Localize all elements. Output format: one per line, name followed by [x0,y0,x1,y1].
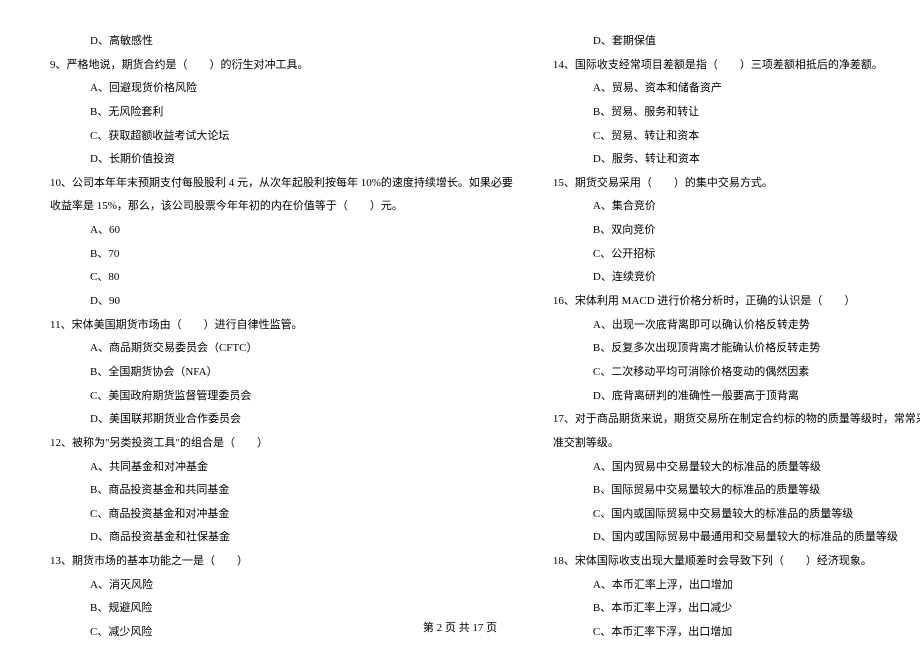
answer-option: D、长期价值投资 [50,148,513,172]
answer-option: B、70 [50,243,513,267]
answer-option: C、商品投资基金和对冲基金 [50,503,513,527]
answer-option: D、高敏感性 [50,30,513,54]
left-column: D、高敏感性9、严格地说，期货合约是（ ）的衍生对冲工具。A、回避现货价格风险B… [50,30,513,600]
answer-option: C、贸易、转让和资本 [553,125,920,149]
document-content: D、高敏感性9、严格地说，期货合约是（ ）的衍生对冲工具。A、回避现货价格风险B… [50,30,870,600]
answer-option: B、商品投资基金和共同基金 [50,479,513,503]
question-text: 11、宋体美国期货市场由（ ）进行自律性监管。 [50,314,513,338]
answer-option: B、规避风险 [50,597,513,621]
question-text: 13、期货市场的基本功能之一是（ ） [50,550,513,574]
answer-option: C、80 [50,266,513,290]
answer-option: C、获取超额收益考试大论坛 [50,125,513,149]
question-text: 9、严格地说，期货合约是（ ）的衍生对冲工具。 [50,54,513,78]
answer-option: D、底背离研判的准确性一般要高于顶背离 [553,385,920,409]
answer-option: A、出现一次底背离即可以确认价格反转走势 [553,314,920,338]
answer-option: C、公开招标 [553,243,920,267]
answer-option: A、国内贸易中交易量较大的标准品的质量等级 [553,456,920,480]
answer-option: C、二次移动平均可消除价格变动的偶然因素 [553,361,920,385]
answer-option: C、美国政府期货监督管理委员会 [50,385,513,409]
question-text: 收益率是 15%，那么，该公司股票今年年初的内在价值等于（ ）元。 [50,195,513,219]
question-text: 17、对于商品期货来说，期货交易所在制定合约标的物的质量等级时，常常采用（ ）为… [553,408,920,432]
answer-option: B、双向竞价 [553,219,920,243]
answer-option: B、无风险套利 [50,101,513,125]
question-text: 准交割等级。 [553,432,920,456]
page-footer: 第 2 页 共 17 页 [0,619,920,635]
right-column: D、套期保值14、国际收支经常项目差额是指（ ）三项差额相抵后的净差额。A、贸易… [553,30,920,600]
answer-option: B、反复多次出现顶背离才能确认价格反转走势 [553,337,920,361]
answer-option: B、贸易、服务和转让 [553,101,920,125]
answer-option: D、国内或国际贸易中最通用和交易量较大的标准品的质量等级 [553,526,920,550]
answer-option: D、美国联邦期货业合作委员会 [50,408,513,432]
question-text: 18、宋体国际收支出现大量顺差时会导致下列（ ）经济现象。 [553,550,920,574]
question-text: 14、国际收支经常项目差额是指（ ）三项差额相抵后的净差额。 [553,54,920,78]
answer-option: A、消灭风险 [50,574,513,598]
answer-option: B、本币汇率上浮，出口减少 [553,597,920,621]
answer-option: D、连续竞价 [553,266,920,290]
answer-option: C、国内或国际贸易中交易量较大的标准品的质量等级 [553,503,920,527]
answer-option: D、服务、转让和资本 [553,148,920,172]
answer-option: A、回避现货价格风险 [50,77,513,101]
question-text: 16、宋体利用 MACD 进行价格分析时，正确的认识是（ ） [553,290,920,314]
answer-option: A、贸易、资本和储备资产 [553,77,920,101]
answer-option: B、国际贸易中交易量较大的标准品的质量等级 [553,479,920,503]
answer-option: D、套期保值 [553,30,920,54]
question-text: 12、被称为"另类投资工具"的组合是（ ） [50,432,513,456]
answer-option: D、商品投资基金和社保基金 [50,526,513,550]
question-text: 15、期货交易采用（ ）的集中交易方式。 [553,172,920,196]
answer-option: D、90 [50,290,513,314]
answer-option: A、60 [50,219,513,243]
answer-option: A、本币汇率上浮，出口增加 [553,574,920,598]
answer-option: A、共同基金和对冲基金 [50,456,513,480]
answer-option: A、集合竞价 [553,195,920,219]
answer-option: A、商品期货交易委员会（CFTC） [50,337,513,361]
answer-option: B、全国期货协会（NFA） [50,361,513,385]
question-text: 10、公司本年年末预期支付每股股利 4 元，从次年起股利按每年 10%的速度持续… [50,172,513,196]
